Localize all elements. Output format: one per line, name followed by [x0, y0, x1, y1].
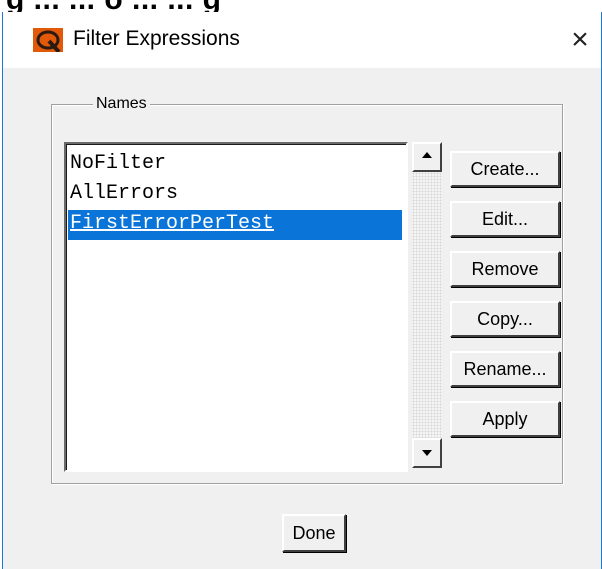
arrow-down-icon — [422, 450, 432, 456]
edit-button[interactable]: Edit... — [450, 201, 560, 237]
list-item-nofilter[interactable]: NoFilter — [68, 150, 402, 180]
close-icon[interactable]: × — [571, 23, 589, 56]
q-logo-icon — [33, 28, 63, 54]
filter-expressions-dialog: Filter Expressions × Names NoFilter AllE… — [2, 12, 602, 569]
background-window-strip: g ... ... o ... ... g — [0, 0, 602, 12]
names-group-legend: Names — [93, 95, 150, 113]
list-item-allerrors[interactable]: AllErrors — [68, 180, 402, 210]
remove-button[interactable]: Remove — [450, 251, 560, 287]
list-item-firsterrorpertest[interactable]: FirstErrorPerTest — [68, 210, 402, 240]
rename-button[interactable]: Rename... — [450, 351, 560, 387]
done-button[interactable]: Done — [282, 514, 346, 552]
create-button[interactable]: Create... — [450, 151, 560, 187]
background-window-text: g ... ... o ... ... g — [6, 0, 222, 12]
window-title: Filter Expressions — [73, 27, 240, 50]
title-bar: Filter Expressions × — [3, 12, 601, 68]
copy-button[interactable]: Copy... — [450, 301, 560, 337]
scroll-up-button[interactable] — [412, 142, 442, 172]
arrow-up-icon — [422, 152, 432, 158]
names-groupbox: Names NoFilter AllErrors FirstErrorPerTe… — [51, 95, 563, 484]
vertical-scrollbar[interactable] — [412, 142, 442, 468]
close-button[interactable]: × — [563, 20, 597, 60]
apply-button[interactable]: Apply — [450, 401, 560, 437]
scroll-down-button[interactable] — [412, 438, 442, 468]
names-listbox[interactable]: NoFilter AllErrors FirstErrorPerTest — [64, 142, 408, 472]
